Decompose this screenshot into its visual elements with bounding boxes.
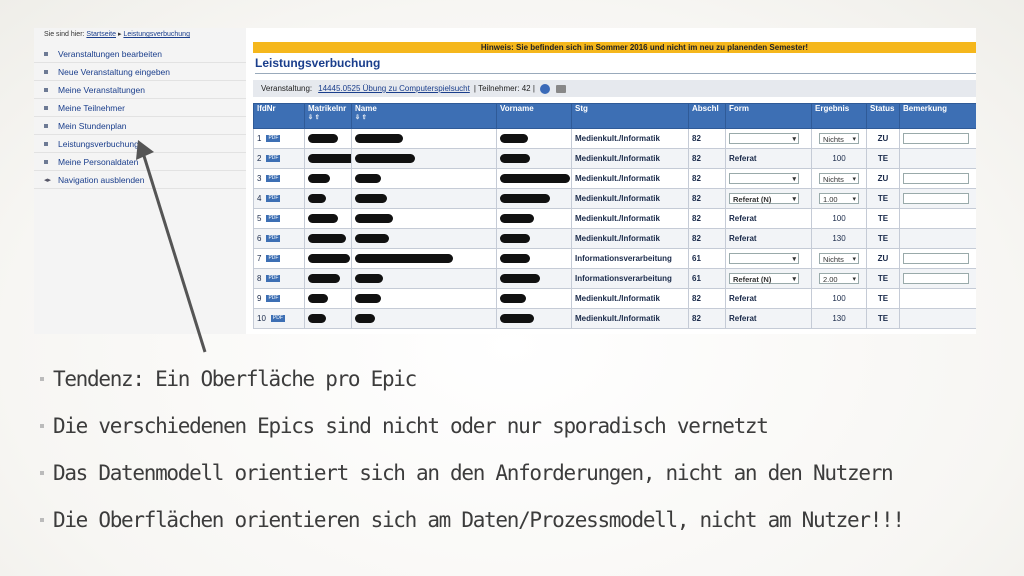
bullet-text: Die Oberflächen orientieren sich am Date… — [53, 507, 905, 532]
arrow-shaft — [142, 155, 207, 353]
bullet-item: Die verschiedenen Epics sind nicht oder … — [40, 402, 904, 449]
bullet-dot-icon — [40, 470, 44, 475]
bullet-dot-icon — [40, 376, 44, 381]
bullet-item: Das Datenmodell orientiert sich an den A… — [40, 449, 904, 496]
bullet-dot-icon — [40, 517, 44, 522]
bullet-text: Tendenz: Ein Oberfläche pro Epic — [53, 366, 417, 391]
bullet-text: Das Datenmodell orientiert sich an den A… — [53, 460, 894, 485]
bullet-item: Tendenz: Ein Oberfläche pro Epic — [40, 355, 904, 402]
bullet-list: Tendenz: Ein Oberfläche pro Epic Die vers… — [40, 355, 905, 543]
bullet-item: Die Oberflächen orientieren sich am Date… — [40, 496, 905, 543]
bullet-text: Die verschiedenen Epics sind nicht oder … — [53, 413, 769, 438]
bullet-dot-icon — [40, 423, 44, 428]
